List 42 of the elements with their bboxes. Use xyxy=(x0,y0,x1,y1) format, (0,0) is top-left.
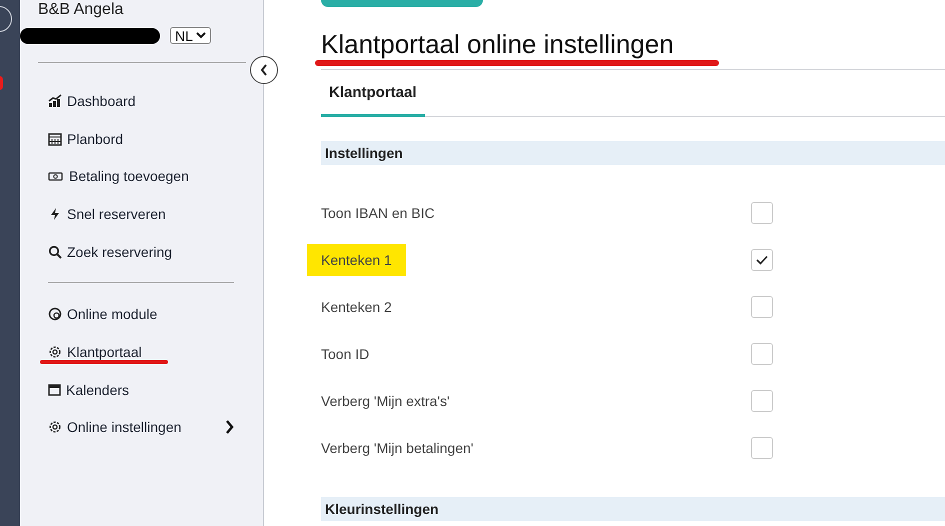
calendar-grid-icon xyxy=(48,132,62,146)
setting-label: Toon IBAN en BIC xyxy=(320,204,436,222)
setting-label: Verberg 'Mijn extra's' xyxy=(320,392,451,411)
checkbox[interactable] xyxy=(751,390,773,412)
nav-item[interactable]: Planbord xyxy=(48,130,124,147)
gear-icon xyxy=(48,344,62,359)
nav-item[interactable]: Online instellingen xyxy=(48,419,234,436)
checkbox[interactable] xyxy=(751,342,773,364)
tab[interactable]: Klantportaal xyxy=(321,70,425,117)
bolt-icon xyxy=(48,206,62,221)
chevron-left-icon xyxy=(260,64,268,76)
language-select[interactable]: NL xyxy=(170,27,211,44)
money-icon xyxy=(48,170,64,182)
checkbox[interactable] xyxy=(751,436,773,458)
nav-item[interactable]: Dashboard xyxy=(48,92,136,109)
gear-icon xyxy=(48,420,62,434)
checkbox[interactable] xyxy=(751,202,773,224)
nav-item[interactable]: Zoek reservering xyxy=(48,244,172,260)
page-title: Klantportaal online instellingen xyxy=(321,29,675,60)
section-header: Kleurinstellingen xyxy=(321,497,945,521)
collapse-button[interactable] xyxy=(250,56,278,84)
setting-label: Toon ID xyxy=(320,344,370,364)
section-header: Instellingen xyxy=(321,141,945,165)
globe-icon xyxy=(48,307,62,322)
checkbox[interactable] xyxy=(751,296,773,318)
chart-icon xyxy=(48,94,62,108)
checkmark-icon xyxy=(756,254,768,264)
setting-label: Kenteken 1 xyxy=(307,244,406,276)
nav-item[interactable]: Betaling toevoegen xyxy=(48,168,189,184)
nav-item[interactable]: Kalenders xyxy=(48,382,130,398)
nav-item[interactable]: Snel reserveren xyxy=(48,206,166,222)
chevron-right-icon xyxy=(225,420,234,434)
back-button[interactable] xyxy=(321,0,483,7)
nav-item[interactable]: Online module xyxy=(48,306,158,322)
calendar-icon xyxy=(48,383,61,396)
nav-item[interactable]: Klantportaal xyxy=(48,344,142,360)
setting-label: Verberg 'Mijn betalingen' xyxy=(320,438,474,458)
checkbox[interactable] xyxy=(751,248,773,270)
chevron-down-icon xyxy=(196,32,206,39)
setting-label: Kenteken 2 xyxy=(320,298,393,316)
search-icon xyxy=(48,244,62,259)
business-name: B&B Angela xyxy=(38,1,124,19)
